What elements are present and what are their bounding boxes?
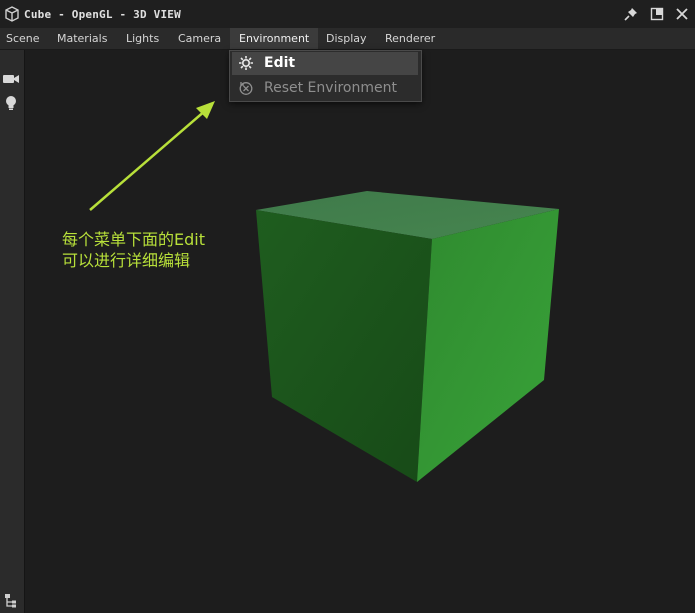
menu-materials[interactable]: Materials [57, 28, 107, 49]
edit-label: Edit [264, 55, 296, 71]
maximize-icon[interactable] [650, 7, 664, 21]
pin-icon[interactable] [624, 7, 638, 21]
3d-viewport[interactable] [25, 50, 695, 613]
annotation-line-2: 可以进行详细编辑 [62, 251, 191, 270]
window-title: Cube - OpenGL - 3D VIEW [24, 8, 181, 21]
light-bulb-icon[interactable] [2, 94, 20, 112]
menu-renderer[interactable]: Renderer [385, 28, 435, 49]
cube-render [256, 191, 559, 482]
menu-display[interactable]: Display [326, 28, 367, 49]
reset-icon [239, 82, 253, 95]
menu-lights[interactable]: Lights [126, 28, 159, 49]
left-toolbar [0, 50, 25, 613]
hierarchy-icon[interactable] [2, 592, 20, 610]
close-icon[interactable] [675, 7, 689, 21]
annotation-line-1: 每个菜单下面的Edit [62, 230, 205, 249]
title-bar: Cube - OpenGL - 3D VIEW [0, 0, 695, 28]
cube-icon [5, 6, 19, 22]
annotation-text: 每个菜单下面的Edit 可以进行详细编辑 [62, 229, 232, 271]
gear-icon [239, 56, 253, 70]
menu-item-edit[interactable]: Edit [232, 52, 418, 75]
menu-scene[interactable]: Scene [6, 28, 40, 49]
menu-bar: Scene Materials Lights Camera Environmen… [0, 28, 695, 50]
menu-environment[interactable]: Environment [230, 28, 319, 49]
environment-dropdown: Edit Reset Environment [229, 50, 422, 102]
menu-item-reset-environment[interactable]: Reset Environment [232, 77, 418, 100]
cube-left-face [256, 210, 432, 482]
video-camera-icon[interactable] [2, 70, 20, 88]
reset-environment-label: Reset Environment [264, 80, 397, 96]
menu-camera[interactable]: Camera [178, 28, 221, 49]
cube-right-face [417, 209, 559, 482]
